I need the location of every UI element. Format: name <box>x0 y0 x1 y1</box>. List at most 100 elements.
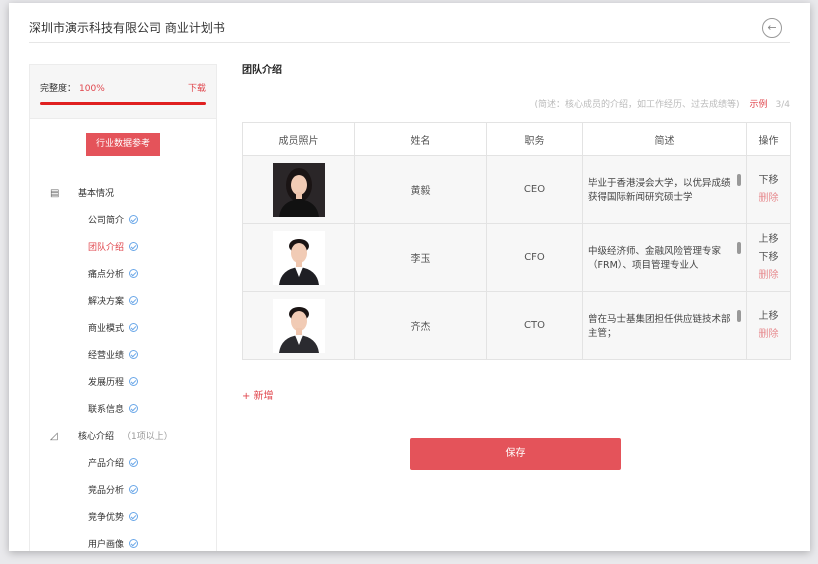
sidebar-section-note: （1项以上） <box>122 432 173 442</box>
desc-text: 中级经济师、金融风险管理专家（FRM）、项目管理专业人 <box>588 245 722 271</box>
member-photo[interactable] <box>272 230 325 285</box>
role-cell: CEO <box>486 155 583 224</box>
sidebar-item[interactable]: 用户画像 <box>88 537 139 550</box>
add-member-button[interactable]: + 新增 <box>242 387 274 402</box>
team-table: 成员照片 姓名 职务 简述 操作 黄毅 CEO 毕业于香港浸会大学，以优异成绩获得国际新闻研… <box>242 122 791 360</box>
header-bar: 深圳市演示科技有限公司 商业计划书 ← <box>29 3 790 43</box>
column-header: 简述 <box>582 122 747 156</box>
check-circle-icon <box>129 350 139 359</box>
page-title: 深圳市演示科技有限公司 商业计划书 <box>29 21 225 35</box>
name-cell: 李玉 <box>354 223 487 292</box>
check-circle-icon <box>129 539 139 548</box>
sidebar-item[interactable]: 经营业绩 <box>88 348 139 361</box>
document-icon: ▤ <box>50 188 60 199</box>
sidebar-item[interactable]: 商业模式 <box>88 321 139 334</box>
progress-label: 完整度： <box>40 84 77 94</box>
sidebar-item-label: 发展历程 <box>88 378 125 388</box>
page-indicator: 3/4 <box>775 100 790 110</box>
sidebar-item[interactable]: 联系信息 <box>88 402 139 415</box>
sidebar-section-label: 核心介绍 <box>78 432 115 442</box>
sidebar: 完整度： 100% 下载 行业数据参考 ▤ 基本情况公司简介团队介绍痛点分析解决方案… <box>29 64 217 551</box>
move-up-link[interactable]: 上移 <box>747 231 790 249</box>
sidebar-item[interactable]: 产品介绍 <box>88 456 139 469</box>
industry-data-button[interactable]: 行业数据参考 <box>86 133 160 156</box>
desc-text: 毕业于香港浸会大学，以优异成绩获得国际新闻研究硕士学 <box>588 177 731 203</box>
delete-link[interactable]: 删除 <box>747 326 790 344</box>
section-heading: 团队介绍 <box>242 65 282 76</box>
sidebar-section-label: 基本情况 <box>78 189 115 199</box>
sidebar-item[interactable]: 公司简介 <box>88 213 139 226</box>
column-header: 成员照片 <box>242 122 355 156</box>
sidebar-item[interactable]: 竞争优势 <box>88 510 139 523</box>
check-circle-icon <box>129 242 139 251</box>
save-button[interactable]: 保存 <box>410 438 621 470</box>
sidebar-item-label: 商业模式 <box>88 324 125 334</box>
move-down-link[interactable]: 下移 <box>747 172 790 190</box>
delete-link[interactable]: 删除 <box>747 267 790 285</box>
check-circle-icon <box>129 458 139 467</box>
sidebar-item-label: 竞品分析 <box>88 486 125 496</box>
name-cell: 齐杰 <box>354 291 487 360</box>
member-photo[interactable] <box>272 298 325 353</box>
example-link[interactable]: 示例 <box>750 100 768 110</box>
photo-cell <box>242 155 355 224</box>
app-window: 深圳市演示科技有限公司 商业计划书 ← 完整度： 100% 下载 行业数据参考 ▤… <box>9 3 810 551</box>
photo-cell <box>242 291 355 360</box>
check-circle-icon <box>129 377 139 386</box>
scrollbar[interactable] <box>737 174 741 186</box>
check-circle-icon <box>129 485 139 494</box>
sidebar-section[interactable]: ▤ 基本情况 <box>50 186 114 199</box>
sidebar-item-label: 用户画像 <box>88 540 125 550</box>
name-cell: 黄毅 <box>354 155 487 224</box>
photo-cell <box>242 223 355 292</box>
progress-value: 100% <box>79 84 105 94</box>
ops-cell: 下移 删除 <box>746 155 791 224</box>
sidebar-item-label: 痛点分析 <box>88 270 125 280</box>
scrollbar[interactable] <box>737 242 741 254</box>
sidebar-item-label: 竞争优势 <box>88 513 125 523</box>
sidebar-item[interactable]: 发展历程 <box>88 375 139 388</box>
table-row: 黄毅 CEO 毕业于香港浸会大学，以优异成绩获得国际新闻研究硕士学 下移 删除 <box>242 155 791 224</box>
move-down-link[interactable]: 下移 <box>747 249 790 267</box>
check-circle-icon <box>129 323 139 332</box>
sidebar-item-label: 团队介绍 <box>88 243 125 253</box>
check-circle-icon <box>129 215 139 224</box>
check-circle-icon <box>129 512 139 521</box>
progress-panel: 完整度： 100% 下载 <box>30 65 216 119</box>
sidebar-section[interactable]: ◿ 核心介绍 （1项以上） <box>50 429 173 442</box>
desc-cell[interactable]: 毕业于香港浸会大学，以优异成绩获得国际新闻研究硕士学 <box>582 155 747 224</box>
move-up-link[interactable]: 上移 <box>747 308 790 326</box>
table-row: 李玉 CFO 中级经济师、金融风险管理专家（FRM）、项目管理专业人 上移 下移 删除 <box>242 223 791 292</box>
sidebar-item[interactable]: 解决方案 <box>88 294 139 307</box>
member-photo[interactable] <box>272 162 325 217</box>
column-header: 职务 <box>486 122 583 156</box>
hint-text: (简述：核心成员的介绍，如工作经历、过去成绩等) <box>534 100 740 110</box>
main-content: 团队介绍 (简述：核心成员的介绍，如工作经历、过去成绩等) 示例 3/4 成员照片姓… <box>242 61 791 470</box>
arrow-left-circle-icon[interactable]: ← <box>762 18 782 38</box>
sidebar-item-label: 产品介绍 <box>88 459 125 469</box>
sidebar-item-label: 解决方案 <box>88 297 125 307</box>
chart-icon: ◿ <box>50 431 58 442</box>
scrollbar[interactable] <box>737 310 741 322</box>
download-link[interactable]: 下载 <box>188 81 206 94</box>
column-header: 操作 <box>746 122 791 156</box>
progress-bar-fill <box>40 102 206 105</box>
role-cell: CTO <box>486 291 583 360</box>
desc-cell[interactable]: 中级经济师、金融风险管理专家（FRM）、项目管理专业人 <box>582 223 747 292</box>
sidebar-item[interactable]: 竞品分析 <box>88 483 139 496</box>
sidebar-item-label: 公司简介 <box>88 216 125 226</box>
check-circle-icon <box>129 296 139 305</box>
ops-cell: 上移 删除 <box>746 291 791 360</box>
desc-text: 曾在马士基集团担任供应链技术部主管； <box>588 313 731 339</box>
sidebar-item-label: 经营业绩 <box>88 351 125 361</box>
delete-link[interactable]: 删除 <box>747 190 790 208</box>
ops-cell: 上移 下移 删除 <box>746 223 791 292</box>
table-row: 齐杰 CTO 曾在马士基集团担任供应链技术部主管； 上移 删除 <box>242 291 791 360</box>
check-circle-icon <box>129 269 139 278</box>
sidebar-item-label: 联系信息 <box>88 405 125 415</box>
progress-bar <box>40 102 206 105</box>
sidebar-item[interactable]: 团队介绍 <box>88 240 139 253</box>
role-cell: CFO <box>486 223 583 292</box>
desc-cell[interactable]: 曾在马士基集团担任供应链技术部主管； <box>582 291 747 360</box>
sidebar-item[interactable]: 痛点分析 <box>88 267 139 280</box>
